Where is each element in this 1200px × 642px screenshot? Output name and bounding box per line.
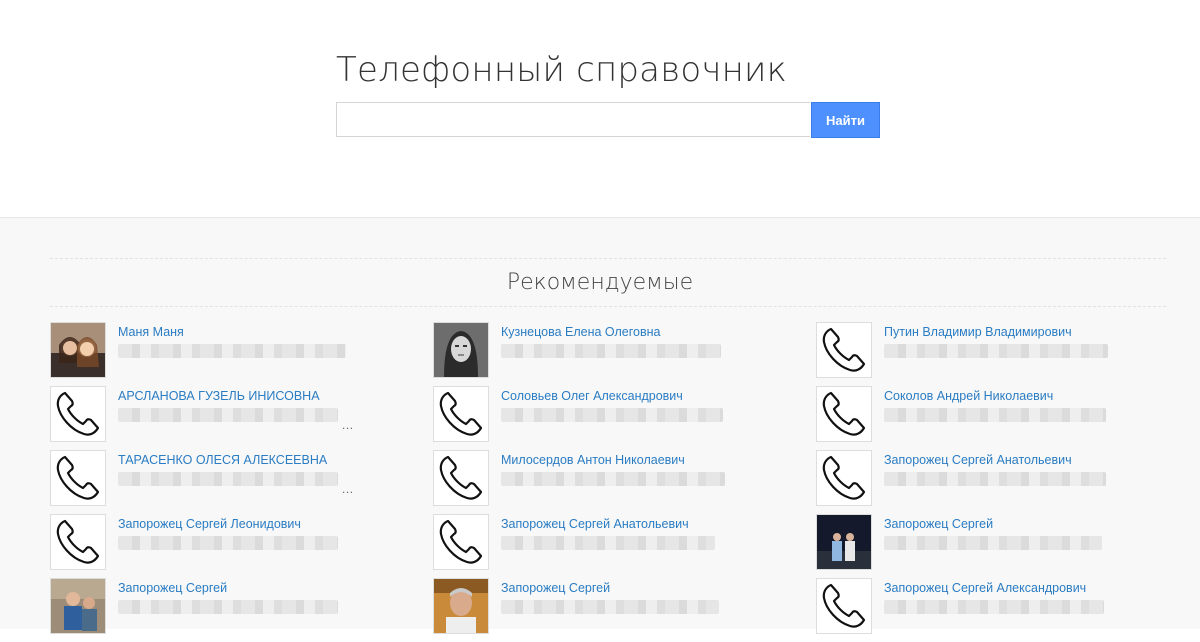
avatar[interactable] <box>433 322 489 378</box>
blurred-details <box>884 344 1108 358</box>
blurred-details <box>884 536 1102 550</box>
phone-icon[interactable] <box>816 578 872 634</box>
blurred-details <box>501 536 715 550</box>
featured-column: Маня Маня АРСЛАНОВА ГУЗЕЛЬ ИНИСОВНА... ТАР… <box>50 322 380 642</box>
contact-name-link[interactable]: Запорожец Сергей Леонидович <box>118 517 301 531</box>
blurred-details <box>884 600 1104 614</box>
truncation-ellipsis: ... <box>342 418 354 432</box>
blurred-details <box>501 408 723 422</box>
contact-card[interactable]: Запорожец Сергей <box>433 578 763 642</box>
blurred-details <box>501 472 725 486</box>
featured-column: Кузнецова Елена Олеговна Соловьев Олег Ал… <box>433 322 763 642</box>
page-title: Телефонный справочник <box>336 50 788 90</box>
avatar[interactable] <box>433 578 489 634</box>
contact-card[interactable]: Путин Владимир Владимирович <box>816 322 1146 386</box>
blurred-details <box>118 600 338 614</box>
contact-name-link[interactable]: Запорожец Сергей <box>118 581 227 595</box>
contact-name-link[interactable]: Запорожец Сергей <box>501 581 610 595</box>
contact-card[interactable]: Соколов Андрей Николаевич <box>816 386 1146 450</box>
contact-name-link[interactable]: АРСЛАНОВА ГУЗЕЛЬ ИНИСОВНА <box>118 389 320 403</box>
contact-name-link[interactable]: Запорожец Сергей Анатольевич <box>884 453 1072 467</box>
avatar[interactable] <box>50 322 106 378</box>
phone-icon[interactable] <box>816 450 872 506</box>
divider <box>50 306 1166 307</box>
contact-card[interactable]: Запорожец Сергей Анатольевич <box>433 514 763 578</box>
contact-card[interactable]: Запорожец Сергей Александрович <box>816 578 1146 642</box>
section-title: Рекомендуемые <box>506 270 694 295</box>
blurred-details <box>118 536 338 550</box>
contact-card[interactable]: Запорожец Сергей <box>816 514 1146 578</box>
contact-card[interactable]: Запорожец Сергей Анатольевич <box>816 450 1146 514</box>
blurred-details <box>884 472 1106 486</box>
blurred-details <box>501 600 719 614</box>
blurred-details <box>118 344 346 358</box>
featured-column: Путин Владимир Владимирович Соколов Андре… <box>816 322 1146 642</box>
search-button[interactable]: Найти <box>811 102 880 138</box>
phone-icon[interactable] <box>433 514 489 570</box>
contact-card[interactable]: Запорожец Сергей <box>50 578 380 642</box>
contact-card[interactable]: Запорожец Сергей Леонидович <box>50 514 380 578</box>
contact-name-link[interactable]: Маня Маня <box>118 325 184 339</box>
avatar[interactable] <box>816 514 872 570</box>
phone-icon[interactable] <box>816 322 872 378</box>
contact-card[interactable]: Соловьев Олег Александрович <box>433 386 763 450</box>
divider <box>50 258 1166 259</box>
contact-card[interactable]: Милосердов Антон Николаевич <box>433 450 763 514</box>
avatar[interactable] <box>50 578 106 634</box>
contact-name-link[interactable]: Соколов Андрей Николаевич <box>884 389 1053 403</box>
phone-icon[interactable] <box>50 386 106 442</box>
featured-section: Рекомендуемые Маня Маня АРСЛАНОВА ГУЗЕЛЬ … <box>0 217 1200 634</box>
contact-card[interactable]: АРСЛАНОВА ГУЗЕЛЬ ИНИСОВНА... <box>50 386 380 450</box>
blurred-details <box>118 472 338 486</box>
contact-name-link[interactable]: Путин Владимир Владимирович <box>884 325 1072 339</box>
contact-name-link[interactable]: Запорожец Сергей Александрович <box>884 581 1086 595</box>
truncation-ellipsis: ... <box>342 482 354 496</box>
blurred-details <box>884 408 1106 422</box>
contact-card[interactable]: ТАРАСЕНКО ОЛЕСЯ АЛЕКСЕЕВНА... <box>50 450 380 514</box>
contact-name-link[interactable]: Кузнецова Елена Олеговна <box>501 325 661 339</box>
phone-icon[interactable] <box>433 386 489 442</box>
contact-name-link[interactable]: Милосердов Антон Николаевич <box>501 453 685 467</box>
contact-name-link[interactable]: Запорожец Сергей Анатольевич <box>501 517 689 531</box>
phone-icon[interactable] <box>50 514 106 570</box>
contact-name-link[interactable]: Соловьев Олег Александрович <box>501 389 683 403</box>
header-section: Телефонный справочник Найти <box>0 0 1200 217</box>
contact-name-link[interactable]: ТАРАСЕНКО ОЛЕСЯ АЛЕКСЕЕВНА <box>118 453 327 467</box>
contact-card[interactable]: Кузнецова Елена Олеговна <box>433 322 763 386</box>
blurred-details <box>118 408 338 422</box>
phone-icon[interactable] <box>433 450 489 506</box>
contact-name-link[interactable]: Запорожец Сергей <box>884 517 993 531</box>
contact-card[interactable]: Маня Маня <box>50 322 380 386</box>
search-input[interactable] <box>336 102 810 137</box>
phone-icon[interactable] <box>50 450 106 506</box>
blurred-details <box>501 344 721 358</box>
phone-icon[interactable] <box>816 386 872 442</box>
